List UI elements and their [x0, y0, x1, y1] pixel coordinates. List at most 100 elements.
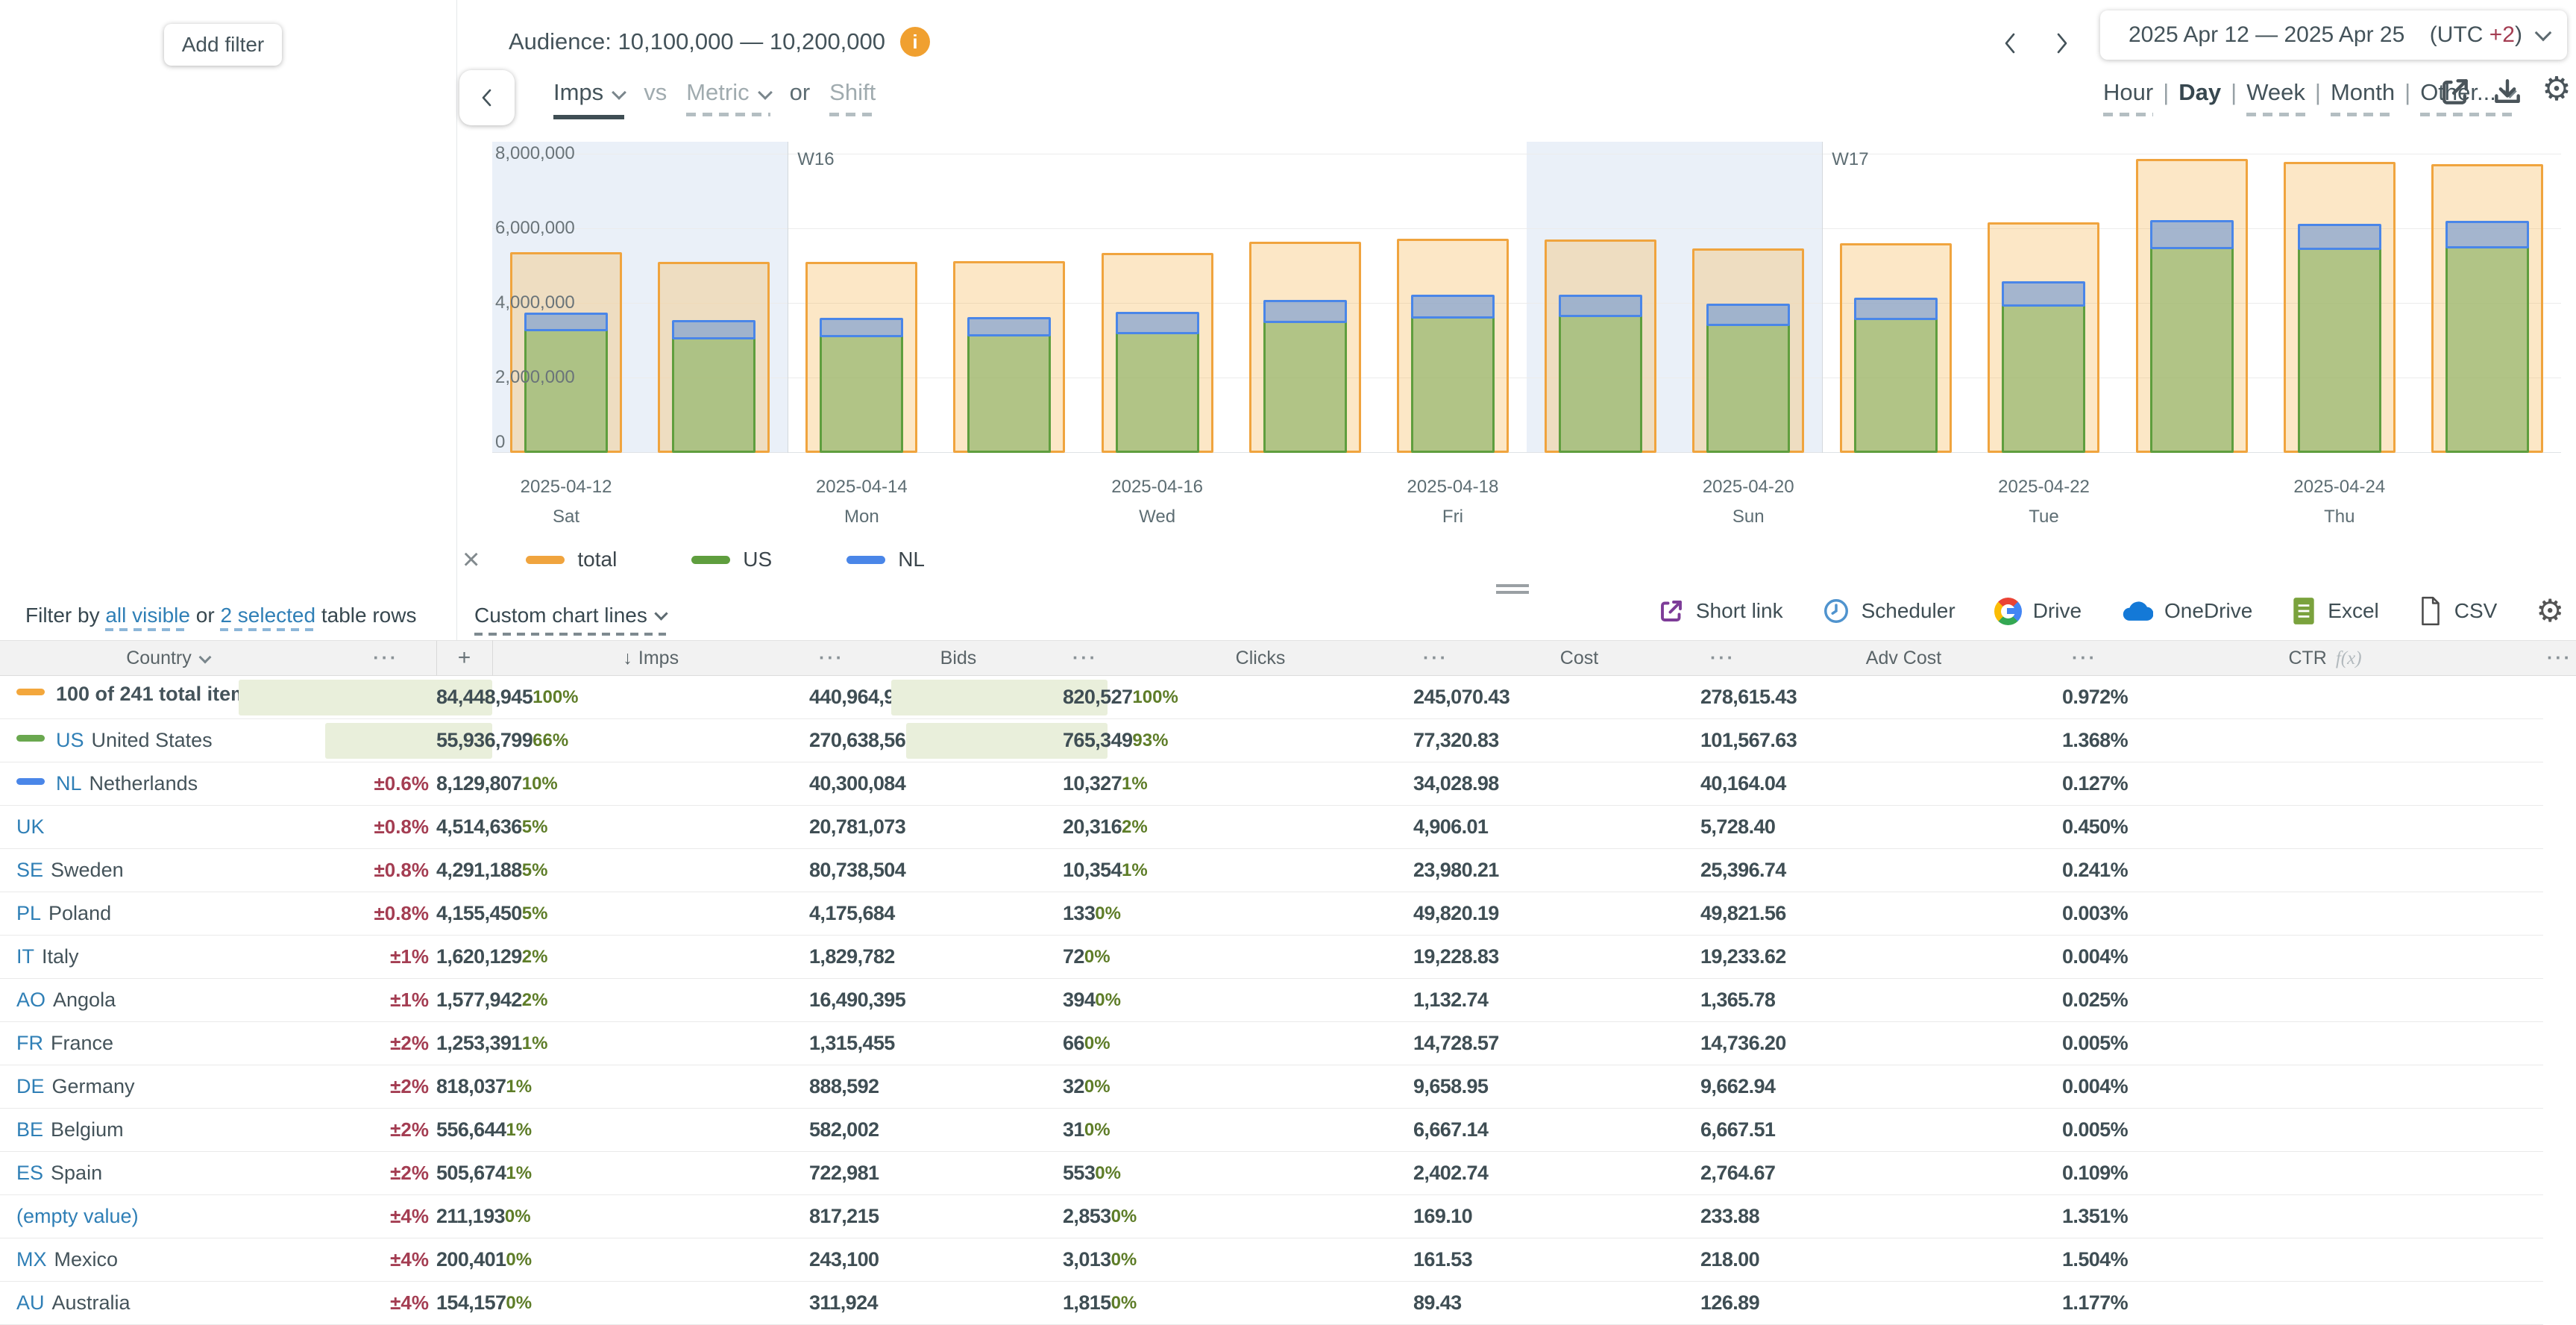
- prev-range-button[interactable]: [1993, 25, 2029, 61]
- add-column-button[interactable]: +: [436, 641, 492, 676]
- cost-value: 19,228.83: [1413, 945, 1499, 968]
- shift-selector[interactable]: Shift: [829, 79, 876, 116]
- table-row[interactable]: BEBelgium ±2% 556,6441% 582,002 310% 6,6…: [0, 1109, 2576, 1152]
- ctr-value: 0.005%: [2062, 1032, 2128, 1054]
- onedrive-export-button[interactable]: OneDrive: [2120, 599, 2252, 623]
- info-icon[interactable]: i: [900, 27, 930, 57]
- country-code[interactable]: BE: [16, 1118, 43, 1141]
- cost-column-menu[interactable]: ···: [1700, 641, 1745, 676]
- separator: |: [2221, 79, 2246, 106]
- table-row[interactable]: NLNetherlands ±0.6% 8,129,80710% 40,300,…: [0, 762, 2576, 806]
- column-header-country[interactable]: Country: [0, 641, 336, 676]
- column-header-bids[interactable]: Bids: [854, 641, 1063, 676]
- table-row[interactable]: 100 of 241 total itemsi ±0.2% 84,448,945…: [0, 676, 2576, 719]
- close-icon[interactable]: ×: [462, 545, 480, 574]
- country-column-menu[interactable]: ···: [336, 641, 436, 676]
- table-row[interactable]: MXMexico ±4% 200,4010% 243,100 3,0130% 1…: [0, 1238, 2576, 1282]
- imps-column-menu[interactable]: ···: [809, 641, 854, 676]
- bar-us: [524, 329, 608, 454]
- y-axis-label: 8,000,000: [495, 143, 575, 164]
- imps-value: 4,155,450: [436, 902, 522, 925]
- custom-chart-lines-dropdown[interactable]: Custom chart lines: [474, 600, 666, 636]
- country-code[interactable]: US: [56, 729, 84, 751]
- excel-export-button[interactable]: Excel: [2291, 596, 2378, 626]
- bids-column-menu[interactable]: ···: [1063, 641, 1108, 676]
- column-header-adv-cost[interactable]: Adv Cost: [1745, 641, 2062, 676]
- country-code[interactable]: ES: [16, 1162, 43, 1184]
- column-header-imps[interactable]: ↓Imps: [492, 641, 809, 676]
- country-code[interactable]: SE: [16, 859, 43, 881]
- bids-value: 270,638,569: [809, 729, 917, 751]
- table-settings-button[interactable]: ⚙: [2536, 595, 2564, 627]
- filter-selected-link[interactable]: 2 selected: [220, 604, 315, 631]
- table-row[interactable]: SESweden ±0.8% 4,291,1885% 80,738,504 10…: [0, 849, 2576, 892]
- adv-cost-cell: 233.88: [1700, 1195, 1745, 1238]
- ctr-cell: 0.241%: [2062, 849, 2107, 892]
- table-row[interactable]: DEGermany ±2% 818,0371% 888,592 320% 9,6…: [0, 1065, 2576, 1109]
- metric-selector-active[interactable]: Imps: [553, 79, 624, 119]
- imps-menu-cell: [492, 1238, 809, 1282]
- bids-cell: 817,215: [809, 1195, 854, 1238]
- table-row[interactable]: UK ±0.8% 4,514,6365% 20,781,073 20,3162%…: [0, 806, 2576, 849]
- resize-handle[interactable]: [1496, 584, 1529, 598]
- table-row[interactable]: (empty value) ±4% 211,1930% 817,215 2,85…: [0, 1195, 2576, 1238]
- x-axis-label: 2025-04-22Tue: [1998, 472, 2090, 532]
- ctr-menu-cell: [2107, 1022, 2543, 1065]
- date-range-picker[interactable]: 2025 Apr 12 — 2025 Apr 25 (UTC +2): [2100, 10, 2567, 60]
- chart-settings-button[interactable]: ⚙: [2539, 72, 2575, 107]
- legend-item-nl[interactable]: NL: [846, 548, 925, 571]
- table-row[interactable]: AUAustralia ±4% 154,1570% 311,924 1,8150…: [0, 1282, 2576, 1325]
- table-row[interactable]: AOAngola ±1% 1,577,9422% 16,490,395 3940…: [0, 979, 2576, 1022]
- bids-cell: 311,924: [809, 1282, 854, 1325]
- column-header-ctr[interactable]: CTRf(x): [2107, 641, 2543, 676]
- column-header-cost[interactable]: Cost: [1458, 641, 1700, 676]
- ctr-column-menu[interactable]: ···: [2543, 641, 2576, 676]
- chevron-down-icon: [758, 85, 773, 100]
- table-row[interactable]: PLPoland ±0.8% 4,155,4505% 4,175,684 133…: [0, 892, 2576, 936]
- granularity-month[interactable]: Month: [2331, 79, 2395, 116]
- country-code[interactable]: DE: [16, 1075, 45, 1097]
- open-external-button[interactable]: [2437, 75, 2473, 110]
- legend-item-us[interactable]: US: [691, 548, 772, 571]
- imps-value: 8,129,807: [436, 772, 522, 795]
- country-code[interactable]: AO: [16, 989, 45, 1011]
- country-code[interactable]: NL: [56, 772, 82, 795]
- panel-divider: [456, 0, 457, 640]
- short-link-button[interactable]: Short link: [1658, 598, 1783, 624]
- pm-value: ±2%: [390, 1075, 429, 1097]
- series-dash: [16, 735, 45, 742]
- clicks-pct: 0%: [1095, 903, 1127, 924]
- metric-selector-secondary[interactable]: Metric: [686, 79, 770, 116]
- country-code[interactable]: FR: [16, 1032, 43, 1054]
- clicks-menu-cell: [1108, 936, 1413, 979]
- granularity-hour[interactable]: Hour: [2103, 79, 2153, 116]
- country-code[interactable]: MX: [16, 1248, 47, 1271]
- table-row[interactable]: FRFrance ±2% 1,253,3911% 1,315,455 660% …: [0, 1022, 2576, 1065]
- next-range-button[interactable]: [2043, 25, 2079, 61]
- imps-cell: 1,253,3911%: [436, 1022, 492, 1065]
- legend-item-total[interactable]: total: [526, 548, 617, 571]
- country-code[interactable]: IT: [16, 945, 34, 968]
- filter-all-visible-link[interactable]: all visible: [105, 604, 190, 631]
- csv-export-button[interactable]: CSV: [2418, 596, 2498, 626]
- adv-cost-column-menu[interactable]: ···: [2062, 641, 2107, 676]
- clicks-column-menu[interactable]: ···: [1413, 641, 1458, 676]
- bar-group-2025-04-23: [2118, 142, 2266, 453]
- clicks-cell: 10,3541%: [1063, 849, 1108, 892]
- country-code[interactable]: AU: [16, 1291, 45, 1314]
- drive-export-button[interactable]: Drive: [1994, 598, 2082, 625]
- bids-cell: 270,638,569: [809, 719, 854, 762]
- column-header-clicks[interactable]: Clicks: [1108, 641, 1413, 676]
- table-row[interactable]: ITItaly ±1% 1,620,1292% 1,829,782 720% 1…: [0, 936, 2576, 979]
- table-row[interactable]: ESSpain ±2% 505,6741% 722,981 5530% 2,40…: [0, 1152, 2576, 1195]
- table-row[interactable]: USUnited States ±0.2% 55,936,79966% 270,…: [0, 719, 2576, 762]
- chart-back-button[interactable]: [459, 70, 515, 125]
- granularity-week[interactable]: Week: [2246, 79, 2305, 116]
- granularity-day[interactable]: Day: [2178, 79, 2221, 106]
- add-filter-button[interactable]: Add filter: [164, 24, 282, 66]
- country-code[interactable]: UK: [16, 815, 45, 838]
- scheduler-button[interactable]: Scheduler: [1822, 597, 1955, 625]
- error-margin-cell: ±0.6%: [336, 762, 436, 806]
- download-button[interactable]: [2489, 75, 2525, 110]
- country-code[interactable]: PL: [16, 902, 41, 924]
